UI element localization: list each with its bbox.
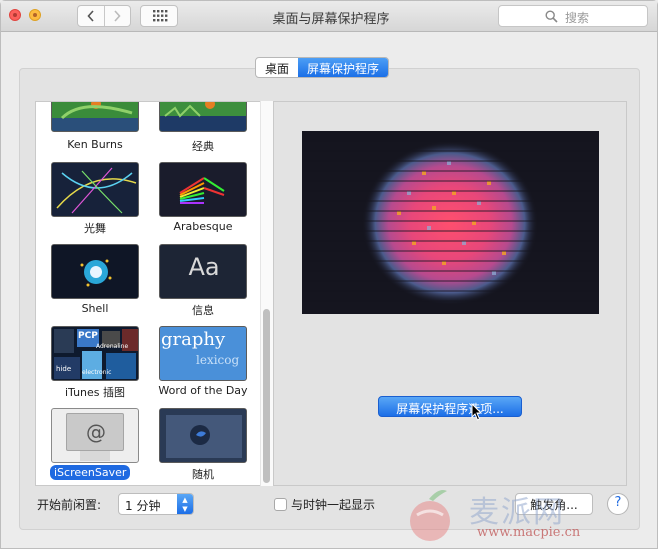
preview-animation [302,140,599,305]
screensaver-label: 经典 [192,140,214,153]
screensaver-label: 随机 [192,468,214,481]
itunes-thumb-text: hide [56,365,72,373]
help-button[interactable]: ? [607,493,629,515]
screensaver-thumb-random[interactable] [159,408,247,463]
screensaver-list[interactable]: Ken Burns 经典 光舞 Arabesque Shell Aa 信息 PC… [35,101,274,486]
screensaver-thumb-message[interactable]: Aa [159,244,247,299]
screensaver-options-button[interactable]: 屏幕保护程序选项... [378,396,522,417]
word-thumb-text: lexicog [196,353,240,367]
screensaver-thumb-iscreensaver[interactable]: @ [51,408,139,463]
screensaver-label: Word of the Day [158,384,248,397]
minimize-window-button[interactable] [29,9,41,21]
search-field[interactable]: 搜索 [498,5,648,27]
show-with-clock-checkbox[interactable] [274,498,287,511]
screensaver-thumb-arabesque[interactable] [159,162,247,217]
chevron-right-icon [114,10,121,22]
screensaver-label: Ken Burns [67,138,123,151]
message-thumb-text: Aa [188,253,220,281]
tab-switcher: 桌面 屏幕保护程序 [255,57,390,78]
chevron-left-icon [87,10,94,22]
itunes-thumb-text: electronic [82,369,112,376]
grid-icon [153,10,168,22]
idle-time-value: 1 分钟 [125,499,161,513]
show-all-button[interactable] [140,5,178,27]
screensaver-label: 光舞 [84,222,106,235]
title-bar: 桌面与屏幕保护程序 搜索 [1,1,657,32]
screensaver-thumb-ken-burns[interactable] [51,102,139,132]
screensaver-label: Shell [81,302,109,315]
monitor-icon: @ [66,413,124,451]
itunes-thumb-text: Adrenaline [96,343,129,350]
search-icon [545,10,558,23]
idle-time-label: 开始前闲置: [37,498,102,512]
screensaver-thumb-shell[interactable] [51,244,139,299]
search-placeholder: 搜索 [565,11,590,25]
screensaver-label: iTunes 插图 [64,386,126,399]
screensaver-label: 信息 [192,304,214,317]
hot-corners-button[interactable]: 触发角... [515,493,593,515]
screensaver-thumb-word-of-the-day[interactable]: graphy lexicog [159,326,247,381]
screensaver-thumb-light-dance[interactable] [51,162,139,217]
close-window-button[interactable] [9,9,21,21]
itunes-thumb-text: PCP [78,331,98,341]
show-with-clock-label[interactable]: 与时钟一起显示 [291,496,375,513]
back-button[interactable] [78,6,105,26]
preferences-window: 桌面与屏幕保护程序 搜索 桌面 屏幕保护程序 Ken Burns 经典 光舞 A… [0,0,658,549]
screensaver-preview [302,131,599,314]
updown-arrows-icon: ▲ ▼ [177,494,193,514]
word-thumb-text: graphy [161,329,226,350]
screensaver-thumb-itunes-artwork[interactable]: PCP Adrenaline hide electronic [51,326,139,381]
monitor-stand [80,451,110,461]
mouse-pointer-icon [471,403,483,421]
navigation-buttons [77,5,131,27]
idle-time-select[interactable]: 1 分钟 ▲ ▼ [118,493,194,515]
window-title: 桌面与屏幕保护程序 [272,12,390,27]
screensaver-thumb-classic[interactable] [159,102,247,132]
list-scrollbar-thumb[interactable] [263,309,270,483]
at-icon: @ [86,420,106,444]
screensaver-label: Arabesque [173,220,233,233]
forward-button[interactable] [105,6,131,26]
tab-desktop[interactable]: 桌面 [256,58,298,77]
screensaver-label-selected: iScreenSaver [50,465,131,480]
tab-screensaver[interactable]: 屏幕保护程序 [298,58,389,77]
